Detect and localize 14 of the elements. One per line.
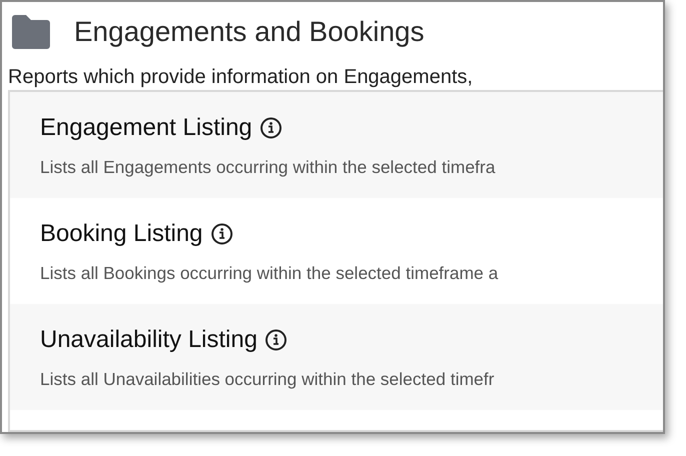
section-description: Reports which provide information on Engagements,: [7, 65, 474, 90]
report-description: Lists all Bookings occurring within the selected timeframe a: [40, 262, 500, 285]
report-title[interactable]: Engagement Listing: [40, 110, 252, 146]
report-title[interactable]: Unavailability Listing: [40, 322, 258, 358]
info-icon[interactable]: [260, 117, 282, 139]
folder-icon: [10, 14, 52, 50]
report-row[interactable]: Unavailability Listing Lists all Unavailabilities occurring within the selected timefr: [10, 304, 663, 410]
report-description: Lists all Engagements occurring within the selected timefra: [40, 156, 496, 179]
report-description: Lists all Unavailabilities occurring within the selected timefr: [40, 368, 496, 391]
info-icon[interactable]: [265, 329, 288, 351]
report-title[interactable]: Booking Listing: [40, 216, 203, 252]
report-row[interactable]: Engagement Listing Lists all Engagements occurring within the selected timefra: [10, 92, 663, 198]
section-title: Engagements and Bookings: [74, 15, 424, 49]
info-icon[interactable]: [210, 223, 233, 245]
